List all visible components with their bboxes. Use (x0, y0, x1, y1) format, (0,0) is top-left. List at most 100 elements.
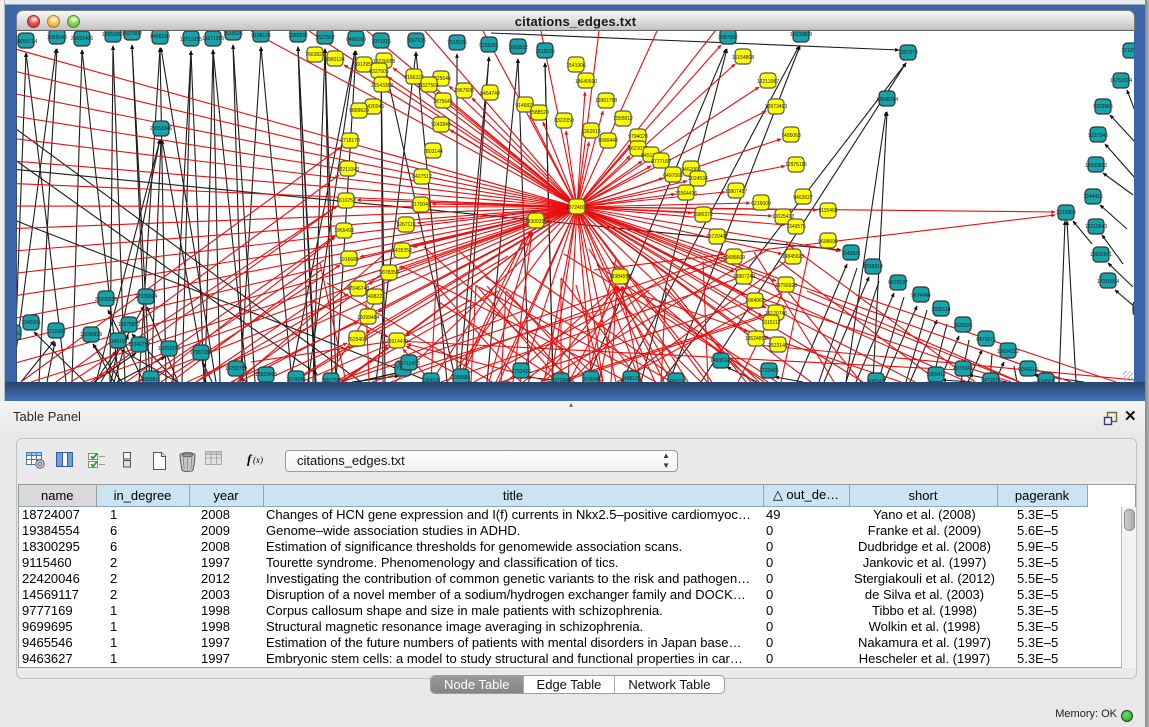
svg-text:2984067: 2984067 (745, 298, 765, 304)
svg-text:4973342: 4973342 (953, 366, 973, 372)
svg-text:1916685: 1916685 (339, 257, 359, 263)
svg-text:126753: 126753 (1133, 307, 1134, 313)
svg-text:20691406: 20691406 (71, 36, 93, 42)
svg-text:9245012: 9245012 (1018, 367, 1038, 373)
svg-text:8471676: 8471676 (976, 337, 996, 343)
svg-text:20206555: 20206555 (95, 297, 117, 303)
svg-text:16033809: 16033809 (790, 32, 812, 38)
svg-text:7515526: 7515526 (535, 49, 555, 55)
svg-text:9777169: 9777169 (651, 159, 671, 165)
svg-text:(x): (x) (253, 455, 263, 465)
svg-text:9242845: 9242845 (431, 122, 451, 128)
svg-text:10688609: 10688609 (723, 255, 745, 261)
svg-text:7515526: 7515526 (223, 31, 243, 37)
svg-text:3024534: 3024534 (688, 176, 708, 182)
svg-text:10782759: 10782759 (225, 366, 247, 372)
svg-text:18807249: 18807249 (733, 274, 755, 280)
svg-text:7625402: 7625402 (347, 337, 367, 343)
svg-text:1679245: 1679245 (581, 377, 601, 382)
svg-text:12975115: 12975115 (785, 162, 807, 168)
svg-text:17016504: 17016504 (1097, 279, 1119, 285)
svg-text:1541906: 1541906 (566, 63, 586, 69)
svg-text:7955812: 7955812 (613, 116, 633, 122)
svg-text:10807457: 10807457 (725, 189, 747, 195)
svg-text:391511: 391511 (17, 331, 21, 337)
svg-text:20053346: 20053346 (150, 126, 172, 132)
svg-text:8990448: 8990448 (598, 138, 618, 144)
svg-text:1071915: 1071915 (371, 39, 391, 45)
svg-text:17957265: 17957265 (190, 350, 212, 356)
svg-text:20364436: 20364436 (675, 191, 697, 197)
svg-text:7663822: 7663822 (508, 45, 528, 51)
svg-text:9674444: 9674444 (911, 293, 931, 299)
svg-text:2087682: 2087682 (718, 35, 738, 41)
svg-text:16099484: 16099484 (357, 315, 379, 321)
svg-text:9699695: 9699695 (818, 239, 838, 245)
svg-text:7803144: 7803144 (423, 149, 443, 155)
svg-text:9329966: 9329966 (1093, 104, 1113, 110)
svg-text:2718170: 2718170 (340, 138, 360, 144)
svg-text:1244415: 1244415 (1083, 194, 1103, 200)
svg-text:1588520: 1588520 (529, 110, 549, 116)
svg-text:5878350: 5878350 (379, 270, 399, 276)
svg-text:14836141: 14836141 (710, 358, 732, 364)
svg-text:7485063: 7485063 (781, 133, 801, 139)
svg-text:1498222: 1498222 (365, 294, 385, 300)
svg-text:16154808: 16154808 (732, 55, 754, 61)
svg-text:3215958: 3215958 (1056, 210, 1076, 216)
svg-text:16210643: 16210643 (1085, 224, 1107, 230)
svg-text:7349575: 7349575 (786, 224, 806, 230)
svg-text:8466160: 8466160 (346, 37, 366, 43)
svg-text:8938914: 8938914 (863, 264, 883, 270)
svg-text:1093581: 1093581 (451, 375, 471, 381)
svg-text:8471676: 8471676 (981, 378, 1001, 382)
svg-text:1857795: 1857795 (321, 378, 341, 382)
svg-text:6879197: 6879197 (888, 280, 908, 286)
svg-text:7357274: 7357274 (898, 50, 918, 56)
svg-text:79756928: 79756928 (775, 283, 797, 289)
svg-text:7632621: 7632621 (953, 323, 973, 329)
svg-text:3267110: 3267110 (396, 222, 415, 228)
svg-text:9106126: 9106126 (251, 33, 271, 39)
svg-text:1733426: 1733426 (759, 368, 779, 374)
svg-text:18640910: 18640910 (575, 79, 597, 85)
svg-text:9463627: 9463627 (793, 195, 813, 201)
svg-text:19975857: 19975857 (118, 322, 140, 328)
svg-text:1145191: 1145191 (108, 339, 127, 345)
svg-text:9327505: 9327505 (369, 69, 389, 75)
svg-text:6497568: 6497568 (663, 173, 683, 179)
svg-text:1486120: 1486120 (621, 376, 641, 382)
svg-text:13524851: 13524851 (745, 336, 767, 342)
svg-text:9227343: 9227343 (1088, 133, 1108, 139)
svg-text:9115460: 9115460 (818, 208, 837, 214)
svg-text:9794028: 9794028 (628, 134, 648, 140)
svg-text:16961758: 16961758 (595, 98, 617, 104)
svg-text:1435359: 1435359 (392, 248, 412, 254)
svg-text:12156829: 12156829 (80, 332, 102, 338)
svg-text:2986372: 2986372 (693, 212, 713, 218)
svg-text:12213343: 12213343 (337, 167, 359, 173)
svg-text:10653267: 10653267 (102, 32, 124, 38)
svg-text:15053155: 15053155 (158, 346, 180, 352)
svg-text:1527602: 1527602 (122, 31, 142, 37)
svg-text:106543: 106543 (868, 379, 885, 382)
svg-text:1093811: 1093811 (141, 377, 160, 382)
svg-text:10648784: 10648784 (876, 97, 898, 103)
svg-text:1610753: 1610753 (336, 198, 356, 204)
svg-text:3875645: 3875645 (433, 99, 453, 105)
svg-text:16671355: 16671355 (202, 36, 224, 42)
svg-text:1615112: 1615112 (761, 320, 780, 326)
svg-text:1640931: 1640931 (841, 251, 861, 257)
svg-text:15716455: 15716455 (398, 361, 420, 367)
svg-text:10719155: 10719155 (180, 37, 202, 43)
svg-text:10973493: 10973493 (765, 104, 787, 110)
svg-text:19845923: 19845923 (782, 254, 804, 260)
svg-text:12093852: 12093852 (1085, 163, 1107, 169)
svg-text:18300295: 18300295 (525, 219, 547, 225)
svg-text:17046748: 17046748 (347, 286, 369, 292)
svg-text:1215682: 1215682 (46, 329, 66, 335)
svg-text:8170041: 8170041 (411, 202, 431, 208)
svg-text:8454749: 8454749 (480, 91, 500, 97)
svg-text:2935114: 2935114 (931, 307, 950, 313)
svg-text:12923465: 12923465 (255, 372, 277, 378)
